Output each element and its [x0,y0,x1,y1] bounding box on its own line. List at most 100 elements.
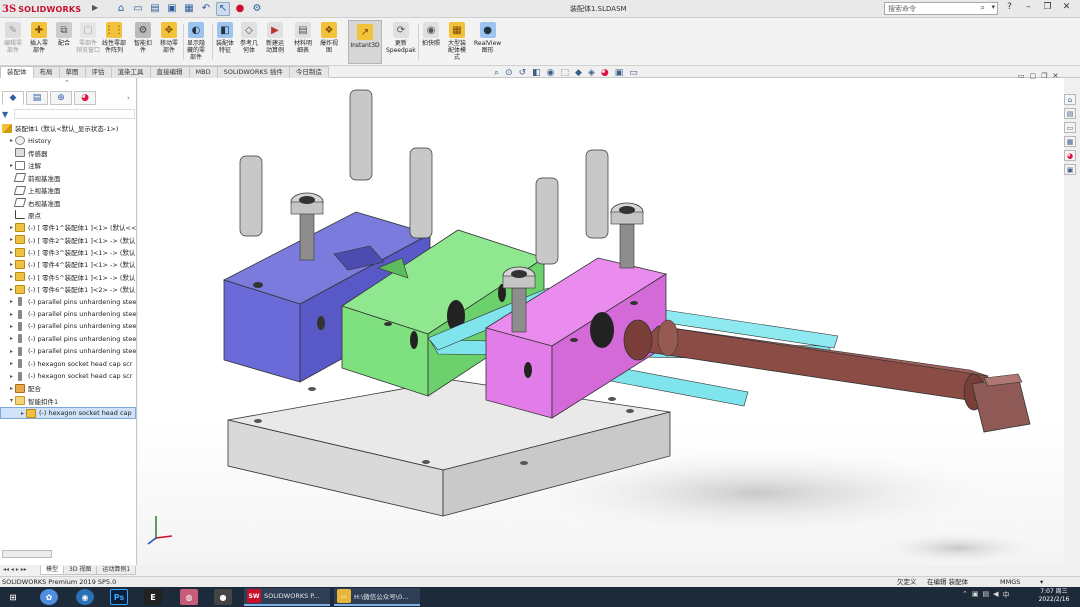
tree-item[interactable]: ▸ (-) [ 零件3^装配体1 ]<1> -> (默认 [0,246,136,258]
expand-arrow-icon[interactable]: ▸ [8,286,15,293]
zoom-area-icon[interactable]: ⊙ [505,68,513,78]
new-icon[interactable]: ▭ [131,2,145,16]
feature-manager-tab-icon[interactable]: ◆ [2,91,24,105]
tab-3d-views[interactable]: 3D 视图 [63,566,98,575]
realview-graphics-button[interactable]: ● RealView 图形 [474,22,501,54]
tree-item[interactable]: ▾ 智能扣件1 [0,395,136,407]
tray-up-icon[interactable]: ⌃ [962,590,968,600]
tree-item[interactable]: ▸ (-) hexagon socket head cap scr [0,357,136,369]
tree-item[interactable]: ▸ (-) parallel pins unhardening stee [0,295,136,307]
volume-icon[interactable]: ◀ [993,590,998,600]
expand-arrow-icon[interactable]: ▸ [8,137,15,144]
search-dropdown-icon[interactable]: ▾ [991,3,995,11]
dynamic-annotation-icon[interactable]: ◉ [547,68,555,78]
network-icon[interactable]: ▤ [983,590,990,600]
select-icon[interactable]: ↖ [216,2,230,16]
dowel-pins[interactable] [239,89,609,265]
menu-expand-icon[interactable]: ▶ [92,3,98,12]
filter-icon[interactable]: ▼ [2,110,14,119]
tree-item[interactable]: ▸ (-) [ 零件2^装配体1 ]<1> -> (默认 [0,234,136,246]
tab-motion-study[interactable]: 运动算例1 [96,566,137,575]
tab-render-tools[interactable]: 渲染工具 [110,66,151,78]
search-commands-input[interactable]: 搜索命令 ⌕ ▾ [884,2,998,15]
viewport-close-icon[interactable]: ✕ [1053,72,1059,80]
search-icon[interactable]: ⌕ [981,3,985,13]
photoshop-icon[interactable]: Ps [110,589,128,605]
display-style-icon[interactable]: ◆ [575,68,582,78]
expand-arrow-icon[interactable]: ▸ [19,410,26,417]
tree-item[interactable]: 传感器 [0,147,136,159]
solidworks-resources-icon[interactable]: ⌂ [1064,94,1076,105]
options-icon[interactable]: ⚙ [250,2,264,16]
property-manager-tab-icon[interactable]: ▤ [26,91,48,105]
edit-appearance-icon[interactable]: ◕ [601,68,609,78]
tab-assembly[interactable]: 装配体 [0,66,34,78]
close-icon[interactable]: ✕ [1059,2,1074,12]
reference-geometry-button[interactable]: ◇ 参考几 何体 [240,22,258,54]
unit-dropdown-icon[interactable]: ▾ [1040,577,1043,587]
viewport-minimize-icon[interactable]: ▭ [1018,72,1025,80]
viewport-restore-icon[interactable]: ❐ [1041,72,1047,80]
undo-icon[interactable]: ↶ [199,2,213,16]
app-icon-6[interactable]: ● [214,589,232,605]
tree-item[interactable]: ▸ (-) parallel pins unhardening stee [0,320,136,332]
panel-next-icon[interactable]: › [127,94,130,102]
minimize-icon[interactable]: – [1021,2,1036,12]
ime-icon[interactable]: 中 [1003,590,1010,600]
new-motion-study-button[interactable]: ▶ 新建运 动算例 [266,22,284,54]
app-icon-2[interactable]: ◉ [76,589,94,605]
mate-button[interactable]: ⧉ 配合 [56,22,72,47]
tab-manufacturing[interactable]: 今日制造 [288,66,329,78]
panel-collapse-icon[interactable]: ⌃ [64,79,70,87]
tab-nav-arrows[interactable]: ◂◂ ◂ ▸ ▸▸ [3,566,27,573]
expand-arrow-icon[interactable]: ▸ [8,249,15,256]
tree-item[interactable]: ▸ (-) [ 零件5^装配体1 ]<1> -> (默认 [0,271,136,283]
edit-component-button[interactable]: ✎ 编辑零 部件 [4,22,22,54]
show-hidden-components-button[interactable]: ◐ 显示隐 藏的零 部件 [187,22,205,61]
system-clock[interactable]: 7:07 周三 2022/2/16 [1030,588,1078,604]
insert-component-button[interactable]: ✚ 插入零 部件 [30,22,48,54]
tab-model[interactable]: 模型 [40,566,65,575]
tree-item[interactable]: ▸ (-) parallel pins unhardening stee [0,345,136,357]
expand-arrow-icon[interactable]: ▸ [8,273,15,280]
tray-app-icon[interactable]: ▣ [972,590,979,600]
taskbar-solidworks[interactable]: SW SOLIDWORKS P... [244,588,330,606]
tab-evaluate[interactable]: 评估 [84,66,112,78]
file-explorer-icon[interactable]: ▭ [1064,122,1076,133]
expand-arrow-icon[interactable]: ▸ [8,373,15,380]
tab-direct-editing[interactable]: 直接编辑 [149,66,190,78]
horizontal-scrollbar[interactable] [2,550,52,558]
restore-icon[interactable]: ❐ [1040,2,1055,12]
tree-item[interactable]: 原点 [0,209,136,221]
graphics-area[interactable] [138,78,1064,565]
tab-sketch[interactable]: 草图 [58,66,86,78]
tab-mbd[interactable]: MBD [188,66,218,78]
expand-arrow-icon[interactable]: ▸ [8,261,15,268]
expand-arrow-icon[interactable]: ▾ [8,397,15,404]
previous-view-icon[interactable]: ↺ [519,68,527,78]
expand-arrow-icon[interactable]: ▸ [8,385,15,392]
view-orientation-icon[interactable]: ⬚ [561,68,570,78]
open-icon[interactable]: ▤ [148,2,162,16]
update-speedpak-button[interactable]: ⟳ 更新 Speedpak [386,22,416,54]
exploded-view-button[interactable]: ❖ 爆炸视 图 [320,22,338,54]
expand-arrow-icon[interactable]: ▸ [8,224,15,231]
tree-item[interactable]: ▸ History [0,134,136,146]
expand-arrow-icon[interactable]: ▸ [8,335,15,342]
filter-input[interactable] [14,109,135,119]
tree-item[interactable]: ▸ 注解 [0,159,136,171]
tree-item[interactable]: ▸ (-) [ 零件6^装配体1 ]<2> -> (默认 [0,283,136,295]
bill-of-materials-button[interactable]: ▤ 材料明 细表 [294,22,312,54]
expand-arrow-icon[interactable]: ▸ [8,236,15,243]
taskbar-explorer[interactable]: ▭ H:\微信公众号\0... [334,588,420,606]
view-settings-icon[interactable]: ▭ [629,68,638,78]
large-assembly-mode-button[interactable]: ▦ 大型装 配体模 式 [448,22,466,61]
tree-item[interactable]: ▸ (-) parallel pins unhardening stee [0,308,136,320]
tab-solidworks-addins[interactable]: SOLIDWORKS 插件 [216,66,290,78]
appearances-icon[interactable]: ◕ [1064,150,1076,161]
expand-arrow-icon[interactable]: ▸ [8,162,15,169]
unit-system[interactable]: MMGS [1000,577,1020,587]
home-icon[interactable]: ⌂ [114,2,128,16]
custom-properties-icon[interactable]: ▣ [1064,164,1076,175]
tree-item[interactable]: ▸ (-) hexagon socket head cap scr [0,370,136,382]
